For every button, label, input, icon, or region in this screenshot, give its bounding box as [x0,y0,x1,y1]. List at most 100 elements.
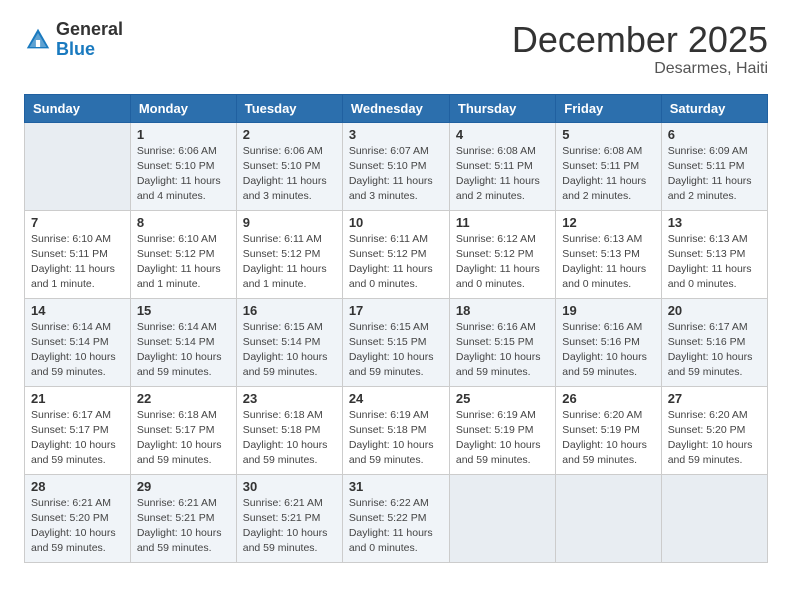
day-number: 18 [456,303,549,318]
logo-text: General Blue [56,20,123,60]
header: General Blue December 2025 Desarmes, Hai… [24,20,768,78]
calendar-cell: 13 Sunrise: 6:13 AM Sunset: 5:13 PM Dayli… [661,210,767,298]
day-info: Sunrise: 6:06 AM Sunset: 5:10 PM Dayligh… [243,144,336,205]
calendar-cell: 6 Sunrise: 6:09 AM Sunset: 5:11 PM Daylig… [661,122,767,210]
calendar-cell: 11 Sunrise: 6:12 AM Sunset: 5:12 PM Dayli… [449,210,555,298]
calendar-cell: 17Sunrise: 6:15 AM Sunset: 5:15 PM Dayli… [342,298,449,386]
logo-general: General [56,19,123,39]
day-number: 22 [137,391,230,406]
page-subtitle: Desarmes, Haiti [512,60,768,78]
day-info: Sunrise: 6:16 AM Sunset: 5:15 PM Dayligh… [456,320,549,381]
col-header-wednesday: Wednesday [342,94,449,122]
day-number: 13 [668,215,761,230]
day-info: Sunrise: 6:13 AM Sunset: 5:13 PM Dayligh… [562,232,654,293]
col-header-monday: Monday [130,94,236,122]
day-info: Sunrise: 6:19 AM Sunset: 5:19 PM Dayligh… [456,408,549,469]
day-number: 6 [668,127,761,142]
day-number: 12 [562,215,654,230]
calendar-cell: 30Sunrise: 6:21 AM Sunset: 5:21 PM Dayli… [236,474,342,562]
day-number: 11 [456,215,549,230]
calendar-cell: 5 Sunrise: 6:08 AM Sunset: 5:11 PM Daylig… [556,122,661,210]
calendar-cell [25,122,131,210]
col-header-sunday: Sunday [25,94,131,122]
day-number: 8 [137,215,230,230]
day-info: Sunrise: 6:11 AM Sunset: 5:12 PM Dayligh… [243,232,336,293]
day-number: 15 [137,303,230,318]
calendar-cell: 2 Sunrise: 6:06 AM Sunset: 5:10 PM Daylig… [236,122,342,210]
day-info: Sunrise: 6:21 AM Sunset: 5:20 PM Dayligh… [31,496,124,557]
day-number: 29 [137,479,230,494]
col-header-tuesday: Tuesday [236,94,342,122]
calendar-cell: 7 Sunrise: 6:10 AM Sunset: 5:11 PM Daylig… [25,210,131,298]
day-info: Sunrise: 6:16 AM Sunset: 5:16 PM Dayligh… [562,320,654,381]
calendar-cell: 19 Sunrise: 6:16 AM Sunset: 5:16 PM Dayli… [556,298,661,386]
calendar-cell: 4 Sunrise: 6:08 AM Sunset: 5:11 PM Daylig… [449,122,555,210]
calendar-week-row: 28 Sunrise: 6:21 AM Sunset: 5:20 PM Dayli… [25,474,768,562]
day-number: 21 [31,391,124,406]
day-info: Sunrise: 6:14 AM Sunset: 5:14 PM Dayligh… [31,320,124,381]
day-info: Sunrise: 6:12 AM Sunset: 5:12 PM Dayligh… [456,232,549,293]
page-title: December 2025 [512,20,768,60]
calendar-cell: 27Sunrise: 6:20 AM Sunset: 5:20 PM Dayli… [661,386,767,474]
calendar-cell: 21 Sunrise: 6:17 AM Sunset: 5:17 PM Dayli… [25,386,131,474]
day-info: Sunrise: 6:07 AM Sunset: 5:10 PM Dayligh… [349,144,443,205]
calendar-cell: 23 Sunrise: 6:18 AM Sunset: 5:18 PM Dayli… [236,386,342,474]
day-info: Sunrise: 6:19 AM Sunset: 5:18 PM Dayligh… [349,408,443,469]
day-number: 2 [243,127,336,142]
day-info: Sunrise: 6:18 AM Sunset: 5:17 PM Dayligh… [137,408,230,469]
day-info: Sunrise: 6:21 AM Sunset: 5:21 PM Dayligh… [243,496,336,557]
calendar-cell: 26Sunrise: 6:20 AM Sunset: 5:19 PM Dayli… [556,386,661,474]
logo-icon [24,26,52,54]
day-info: Sunrise: 6:10 AM Sunset: 5:11 PM Dayligh… [31,232,124,293]
day-number: 28 [31,479,124,494]
calendar-cell: 20 Sunrise: 6:17 AM Sunset: 5:16 PM Dayli… [661,298,767,386]
calendar-cell: 22 Sunrise: 6:18 AM Sunset: 5:17 PM Dayli… [130,386,236,474]
day-number: 24 [349,391,443,406]
calendar-week-row: 14Sunrise: 6:14 AM Sunset: 5:14 PM Dayli… [25,298,768,386]
day-number: 16 [243,303,336,318]
col-header-friday: Friday [556,94,661,122]
day-info: Sunrise: 6:18 AM Sunset: 5:18 PM Dayligh… [243,408,336,469]
day-info: Sunrise: 6:08 AM Sunset: 5:11 PM Dayligh… [562,144,654,205]
calendar-week-row: 7 Sunrise: 6:10 AM Sunset: 5:11 PM Daylig… [25,210,768,298]
day-info: Sunrise: 6:09 AM Sunset: 5:11 PM Dayligh… [668,144,761,205]
calendar-cell: 9 Sunrise: 6:11 AM Sunset: 5:12 PM Daylig… [236,210,342,298]
calendar-cell: 15 Sunrise: 6:14 AM Sunset: 5:14 PM Dayli… [130,298,236,386]
day-number: 5 [562,127,654,142]
day-number: 26 [562,391,654,406]
calendar-cell: 10 Sunrise: 6:11 AM Sunset: 5:12 PM Dayli… [342,210,449,298]
calendar-cell [661,474,767,562]
day-number: 4 [456,127,549,142]
day-info: Sunrise: 6:11 AM Sunset: 5:12 PM Dayligh… [349,232,443,293]
day-info: Sunrise: 6:15 AM Sunset: 5:14 PM Dayligh… [243,320,336,381]
calendar-cell: 25 Sunrise: 6:19 AM Sunset: 5:19 PM Dayli… [449,386,555,474]
calendar-cell: 16 Sunrise: 6:15 AM Sunset: 5:14 PM Dayli… [236,298,342,386]
day-info: Sunrise: 6:17 AM Sunset: 5:17 PM Dayligh… [31,408,124,469]
day-info: Sunrise: 6:17 AM Sunset: 5:16 PM Dayligh… [668,320,761,381]
day-number: 25 [456,391,549,406]
day-number: 23 [243,391,336,406]
day-number: 9 [243,215,336,230]
day-number: 19 [562,303,654,318]
day-info: Sunrise: 6:08 AM Sunset: 5:11 PM Dayligh… [456,144,549,205]
calendar-cell: 24 Sunrise: 6:19 AM Sunset: 5:18 PM Dayli… [342,386,449,474]
day-number: 20 [668,303,761,318]
day-info: Sunrise: 6:22 AM Sunset: 5:22 PM Dayligh… [349,496,443,557]
day-number: 10 [349,215,443,230]
calendar-cell: 18 Sunrise: 6:16 AM Sunset: 5:15 PM Dayli… [449,298,555,386]
calendar-cell: 1Sunrise: 6:06 AM Sunset: 5:10 PM Daylig… [130,122,236,210]
day-info: Sunrise: 6:13 AM Sunset: 5:13 PM Dayligh… [668,232,761,293]
calendar-week-row: 1Sunrise: 6:06 AM Sunset: 5:10 PM Daylig… [25,122,768,210]
calendar-header-row: SundayMondayTuesdayWednesdayThursdayFrid… [25,94,768,122]
calendar-cell: 12 Sunrise: 6:13 AM Sunset: 5:13 PM Dayli… [556,210,661,298]
calendar-cell: 29Sunrise: 6:21 AM Sunset: 5:21 PM Dayli… [130,474,236,562]
day-info: Sunrise: 6:06 AM Sunset: 5:10 PM Dayligh… [137,144,230,205]
calendar-cell: 14Sunrise: 6:14 AM Sunset: 5:14 PM Dayli… [25,298,131,386]
calendar-cell [556,474,661,562]
calendar-cell: 3Sunrise: 6:07 AM Sunset: 5:10 PM Daylig… [342,122,449,210]
day-number: 7 [31,215,124,230]
col-header-thursday: Thursday [449,94,555,122]
logo: General Blue [24,20,123,60]
day-info: Sunrise: 6:14 AM Sunset: 5:14 PM Dayligh… [137,320,230,381]
day-number: 31 [349,479,443,494]
